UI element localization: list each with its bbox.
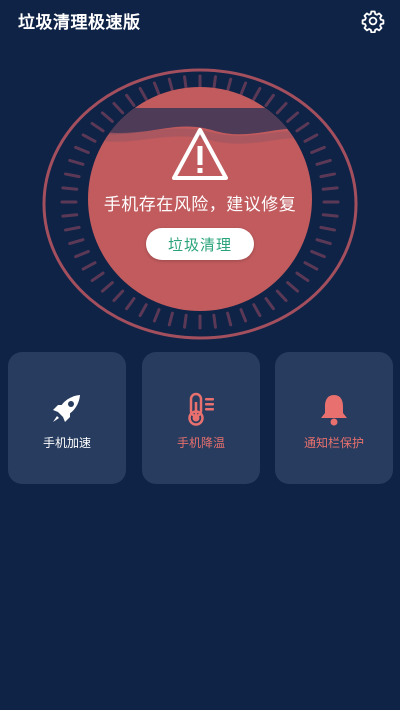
dial-tick — [74, 145, 90, 155]
dial-tick — [212, 75, 217, 91]
dial-tick — [286, 111, 300, 123]
dial-tick — [315, 158, 332, 166]
dial-tick — [74, 249, 90, 259]
notification-protection-card[interactable]: 通知栏保护 — [275, 352, 393, 484]
dial-tick — [303, 261, 319, 271]
phone-cooling-card[interactable]: 手机降温 — [142, 352, 260, 484]
dial-tick — [310, 145, 326, 155]
dial-tick — [212, 313, 217, 329]
dial-tick — [310, 249, 326, 259]
dial-tick — [90, 121, 105, 133]
dial-tick — [138, 86, 148, 101]
dial-tick — [63, 225, 81, 232]
thermometer-icon — [188, 392, 214, 426]
dial-tick — [295, 121, 310, 133]
risk-status-dial: 手机存在风险，建议修复 — [40, 68, 360, 340]
gear-icon — [361, 10, 385, 33]
feature-label: 通知栏保护 — [303, 436, 364, 450]
dial-tick — [112, 101, 125, 115]
dial-tick — [63, 172, 81, 179]
dial-tick — [239, 308, 248, 323]
dial-tick — [252, 86, 262, 101]
dial-tick — [239, 81, 248, 96]
app-header: 垃圾清理极速版 — [0, 0, 400, 44]
dial-tick — [315, 238, 332, 246]
dial-tick — [275, 289, 288, 303]
dial-tick — [183, 75, 188, 91]
dial-tick — [152, 308, 161, 323]
dial-tick — [319, 225, 337, 232]
dial-tick — [275, 101, 288, 115]
settings-button[interactable] — [360, 8, 386, 34]
dial-tick — [167, 311, 174, 327]
dial-tick — [100, 111, 114, 123]
junk-clean-button[interactable]: 垃圾清理 — [146, 228, 254, 260]
dial-tick — [264, 93, 275, 107]
dial-tick — [81, 261, 97, 271]
feature-label: 手机加速 — [42, 436, 91, 450]
app-title: 垃圾清理极速版 — [18, 13, 141, 33]
risk-message: 手机存在风险，建议修复 — [103, 195, 297, 215]
dial-tick — [90, 271, 105, 283]
dial-tick — [183, 313, 188, 329]
dial-tick — [125, 93, 136, 107]
dial-tick — [264, 297, 275, 311]
phone-boost-card[interactable]: 手机加速 — [8, 352, 126, 484]
bell-icon — [321, 395, 347, 426]
dial-tick — [125, 297, 136, 311]
dial-tick — [252, 303, 262, 318]
dial-tick — [138, 303, 148, 318]
dial-tick — [167, 77, 174, 93]
dial-tick — [152, 81, 161, 96]
feature-label: 手机降温 — [176, 436, 225, 450]
dial-tick — [68, 238, 85, 246]
dial-tick — [226, 311, 233, 327]
dial-tick — [112, 289, 125, 303]
dial-tick — [81, 133, 97, 143]
dial-tick — [100, 281, 114, 293]
rocket-icon — [53, 395, 80, 422]
dial-tick — [303, 133, 319, 143]
dial-tick — [226, 77, 233, 93]
dial-tick — [286, 281, 300, 293]
dial-tick — [319, 172, 337, 179]
dial-tick — [68, 158, 85, 166]
dial-tick — [295, 271, 310, 283]
